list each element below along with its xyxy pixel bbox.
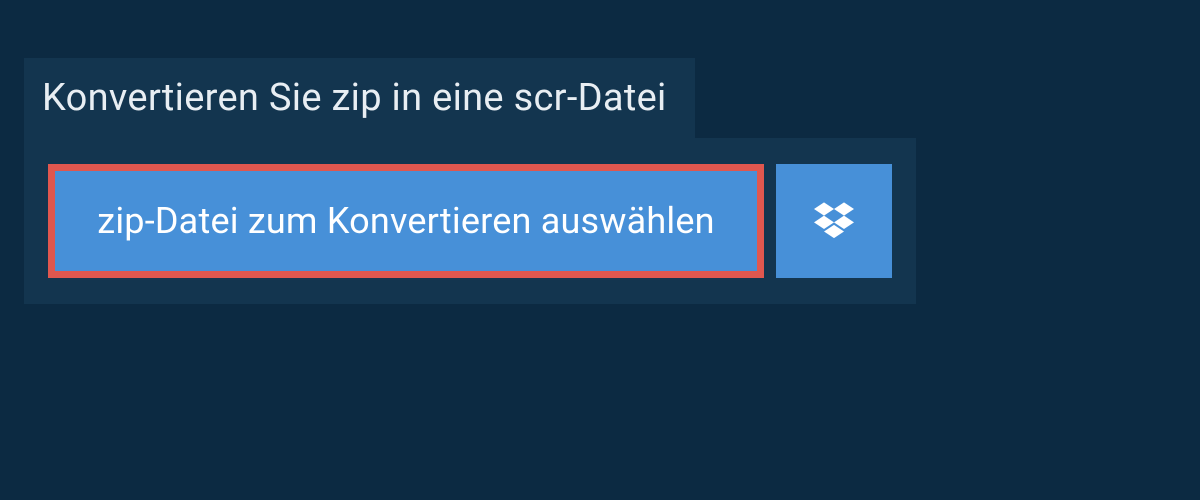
page-title: Konvertieren Sie zip in eine scr-Datei [42, 76, 667, 120]
upload-area: zip-Datei zum Konvertieren auswählen [24, 138, 916, 304]
dropbox-icon [814, 199, 854, 243]
select-file-button[interactable]: zip-Datei zum Konvertieren auswählen [48, 164, 764, 278]
page-title-bar: Konvertieren Sie zip in eine scr-Datei [24, 58, 695, 140]
select-file-label: zip-Datei zum Konvertieren auswählen [97, 200, 714, 242]
dropbox-button[interactable] [776, 164, 892, 278]
